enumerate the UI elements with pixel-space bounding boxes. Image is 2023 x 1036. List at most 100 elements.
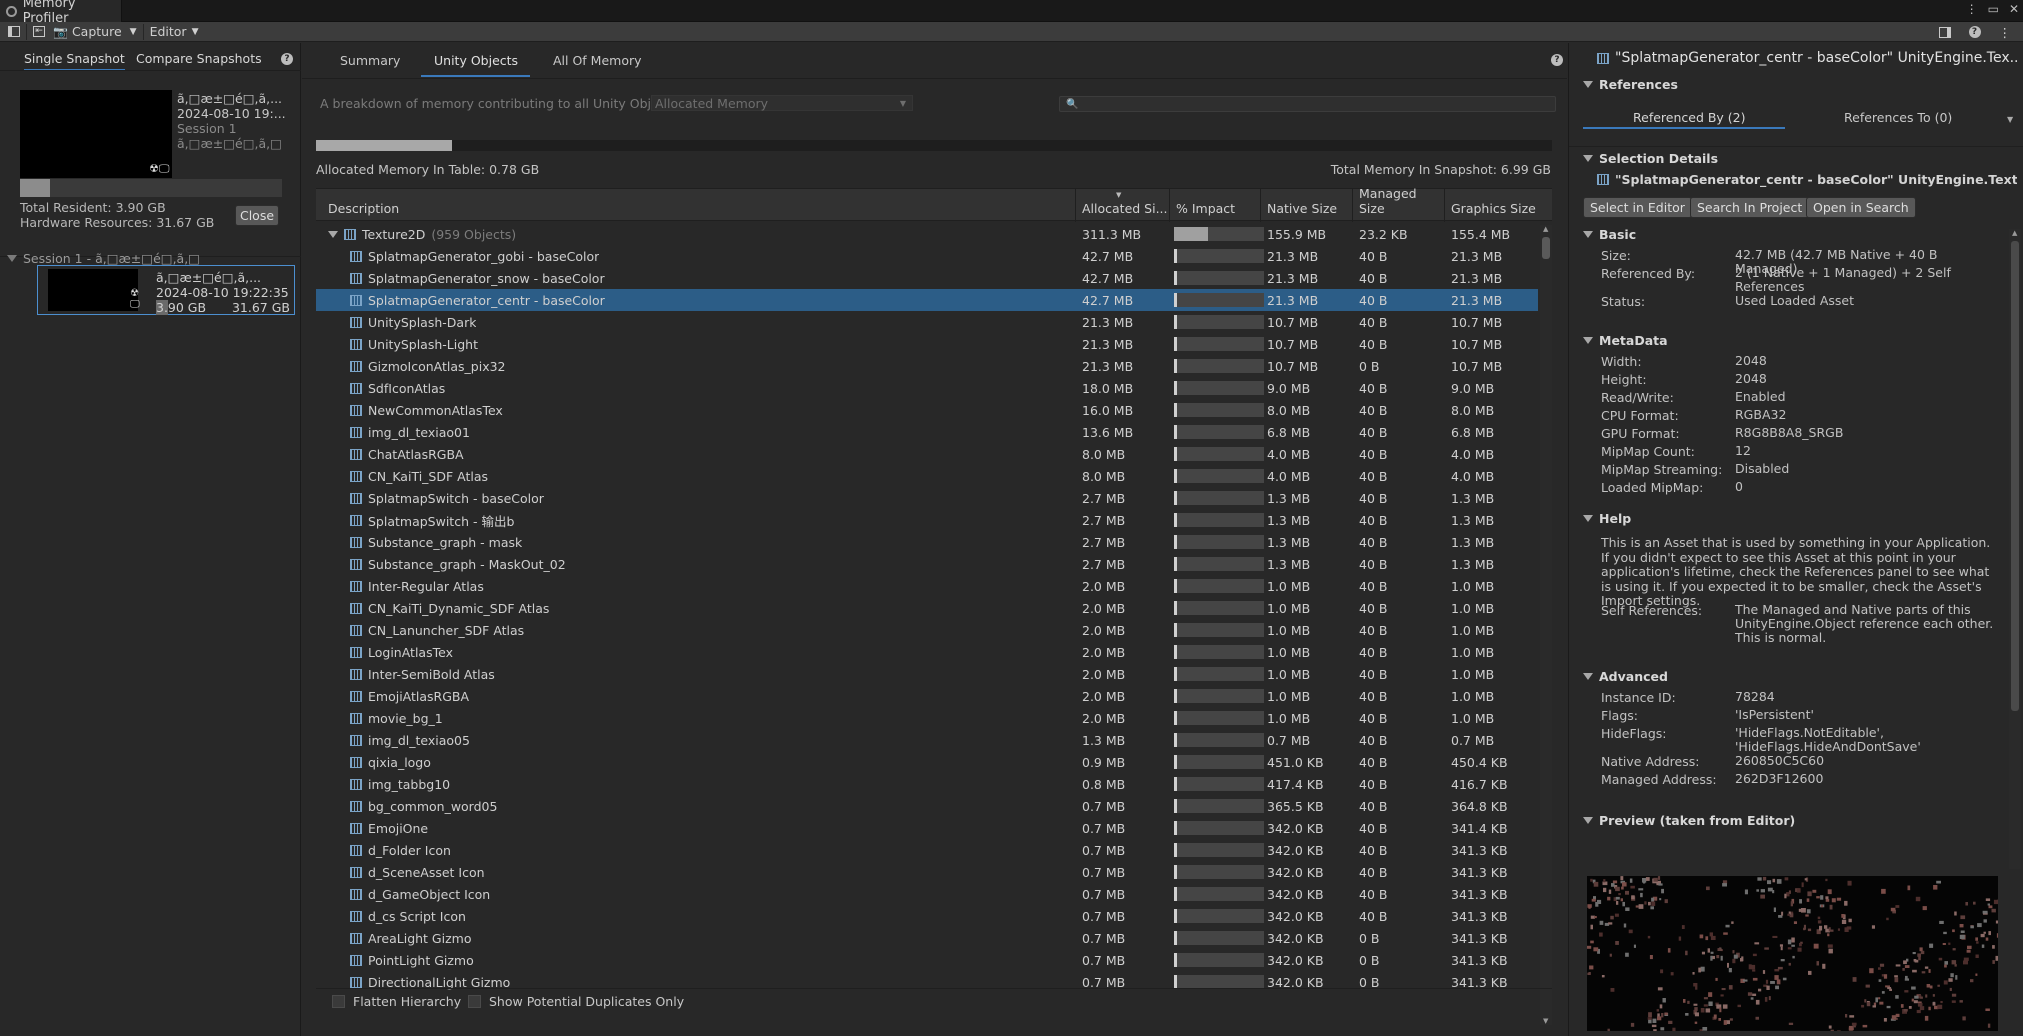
capture-button[interactable]: 📷 Capture ▼	[49, 23, 141, 41]
preview-pixel	[1929, 985, 1933, 989]
table-row[interactable]: GizmoIconAtlas_pix32 21.3 MB 10.7 MB 0 B 10.…	[316, 355, 1538, 377]
tab-unity-objects[interactable]: Unity Objects	[434, 53, 518, 68]
column-managed-size[interactable]: Managed Size	[1353, 186, 1445, 222]
scroll-down-icon[interactable]: ▼	[1543, 1017, 1548, 1025]
table-row[interactable]: PointLight Gizmo 0.7 MB 342.0 KB 0 B 341.3 K…	[316, 949, 1538, 971]
preview-pixel	[1798, 908, 1804, 912]
table-row[interactable]: img_dl_texiao05 1.3 MB 0.7 MB 40 B 0.7 MB	[316, 729, 1538, 751]
table-row[interactable]: CN_KaiTi_Dynamic_SDF Atlas 2.0 MB 1.0 MB 40…	[316, 597, 1538, 619]
duplicates-toggle[interactable]: Show Potential Duplicates Only	[468, 994, 684, 1009]
table-row[interactable]: Substance_graph - mask 2.7 MB 1.3 MB 40 B 1.…	[316, 531, 1538, 553]
table-row[interactable]: img_dl_texiao01 13.6 MB 6.8 MB 40 B 6.8 MB	[316, 421, 1538, 443]
table-scrollbar[interactable]: ▲ ▼	[1540, 225, 1552, 1025]
help-button[interactable]: ?	[1965, 23, 1985, 41]
selection-details-section[interactable]: Selection Details	[1583, 151, 1718, 166]
advanced-section[interactable]: Advanced	[1583, 669, 1668, 684]
table-row[interactable]: d_cs Script Icon 0.7 MB 342.0 KB 40 B 341.3 …	[316, 905, 1538, 927]
search-input[interactable]	[1078, 98, 1539, 110]
references-section[interactable]: References	[1583, 77, 1678, 92]
table-row[interactable]: SdfIconAtlas 18.0 MB 9.0 MB 40 B 9.0 MB	[316, 377, 1538, 399]
column-graphics-size[interactable]: Graphics Size	[1445, 189, 1552, 222]
flatten-checkbox[interactable]	[332, 995, 345, 1008]
table-row[interactable]: LoginAtlasTex 2.0 MB 1.0 MB 40 B 1.0 MB	[316, 641, 1538, 663]
close-snapshot-button[interactable]: Close	[235, 205, 279, 226]
details-scrollbar[interactable]: ▲	[2009, 229, 2021, 869]
maximize-icon[interactable]: ▭	[1988, 2, 1999, 16]
basic-section[interactable]: Basic	[1583, 227, 1636, 242]
metadata-section[interactable]: MetaData	[1583, 333, 1668, 348]
table-row[interactable]: SplatmapGenerator_gobi - baseColor 42.7 M…	[316, 245, 1538, 267]
scroll-up-icon[interactable]: ▲	[1543, 225, 1548, 233]
row-allocated: 2.0 MB	[1082, 600, 1126, 616]
table-row[interactable]: Inter-SemiBold Atlas 2.0 MB 1.0 MB 40 B 1.0 …	[316, 663, 1538, 685]
duplicates-checkbox[interactable]	[468, 995, 481, 1008]
column-allocated-size[interactable]: Allocated Si... ▼	[1076, 189, 1170, 222]
scroll-up-icon[interactable]: ▲	[2012, 229, 2017, 237]
table-row[interactable]: movie_bg_1 2.0 MB 1.0 MB 40 B 1.0 MB	[316, 707, 1538, 729]
table-row[interactable]: UnitySplash-Dark 21.3 MB 10.7 MB 40 B 10.7 M…	[316, 311, 1538, 333]
table-row[interactable]: CN_Lanuncher_SDF Atlas 2.0 MB 1.0 MB 40 B 1.…	[316, 619, 1538, 641]
table-row[interactable]: CN_KaiTi_SDF Atlas 8.0 MB 4.0 MB 40 B 4.0 MB	[316, 465, 1538, 487]
memory-mode-dropdown[interactable]: Allocated Memory ▼	[651, 95, 913, 111]
select-in-editor-button[interactable]: Select in Editor	[1583, 197, 1692, 218]
row-impact-bar	[1174, 777, 1264, 791]
column-description[interactable]: Description	[316, 189, 1076, 222]
row-name-cell: ChatAtlasRGBA	[350, 443, 464, 465]
table-row[interactable]: AreaLight Gizmo 0.7 MB 342.0 KB 0 B 341.3 KB	[316, 927, 1538, 949]
tab-referenced-by[interactable]: Referenced By (2)	[1633, 110, 1746, 125]
preview-pixel	[1816, 961, 1819, 966]
scrollbar-thumb[interactable]	[1542, 237, 1550, 259]
more-options-icon[interactable]: ⋮	[1966, 2, 1978, 16]
column-impact[interactable]: % Impact	[1170, 189, 1261, 222]
session-header[interactable]: Session 1 - ã,□æ±□é□,ã,□	[7, 251, 200, 266]
import-button[interactable]: ⇤	[29, 23, 49, 41]
table-row[interactable]: SplatmapGenerator_snow - baseColor 42.7 M…	[316, 267, 1538, 289]
search-field[interactable]: 🔍	[1059, 96, 1556, 112]
table-row[interactable]: EmojiOne 0.7 MB 342.0 KB 40 B 341.4 KB	[316, 817, 1538, 839]
table-row[interactable]: d_GameObject Icon 0.7 MB 342.0 KB 40 B 341.3…	[316, 883, 1538, 905]
preview-pixel	[1662, 998, 1666, 1003]
target-dropdown[interactable]: Editor ▼	[146, 23, 203, 41]
table-row[interactable]: EmojiAtlasRGBA 2.0 MB 1.0 MB 40 B 1.0 MB	[316, 685, 1538, 707]
table-row[interactable]: d_SceneAsset Icon 0.7 MB 342.0 KB 40 B 341.3…	[316, 861, 1538, 883]
toggle-sidebar-button[interactable]	[4, 23, 24, 41]
preview-pixel	[1648, 1012, 1652, 1018]
table-row[interactable]: Inter-Regular Atlas 2.0 MB 1.0 MB 40 B 1.0 M…	[316, 575, 1538, 597]
table-row[interactable]: SplatmapGenerator_centr - baseColor 42.7 …	[316, 289, 1538, 311]
group-row-texture2d[interactable]: Texture2D (959 Objects) 311.3 MB 155.9 M…	[316, 223, 1538, 245]
table-row[interactable]: DirectionalLight Gizmo 0.7 MB 342.0 KB 0 B 3…	[316, 971, 1538, 993]
table-row[interactable]: UnitySplash-Light 21.3 MB 10.7 MB 40 B 10.7 …	[316, 333, 1538, 355]
table-row[interactable]: NewCommonAtlasTex 16.0 MB 8.0 MB 40 B 8.0 MB	[316, 399, 1538, 421]
menu-button[interactable]: ⋮	[1995, 23, 2016, 41]
column-native-size[interactable]: Native Size	[1261, 189, 1353, 222]
close-window-icon[interactable]: ✕	[2009, 2, 2019, 16]
flatten-hierarchy-toggle[interactable]: Flatten Hierarchy	[332, 994, 461, 1009]
open-in-search-button[interactable]: Open in Search	[1806, 197, 1916, 218]
table-row[interactable]: bg_common_word05 0.7 MB 365.5 KB 40 B 364.8 …	[316, 795, 1538, 817]
table-row[interactable]: d_Folder Icon 0.7 MB 342.0 KB 40 B 341.3 KB	[316, 839, 1538, 861]
help-icon[interactable]: ?	[1551, 54, 1563, 66]
tab-all-of-memory[interactable]: All Of Memory	[553, 53, 642, 68]
tab-summary[interactable]: Summary	[340, 53, 400, 68]
details-panel-toggle[interactable]	[1935, 23, 1955, 41]
sort-descending-icon: ▼	[1116, 191, 1122, 199]
help-section[interactable]: Help	[1583, 511, 1631, 526]
help-icon[interactable]: ?	[281, 53, 293, 65]
table-row[interactable]: qixia_logo 0.9 MB 451.0 KB 40 B 450.4 KB	[316, 751, 1538, 773]
scrollbar-thumb[interactable]	[2011, 241, 2019, 711]
tab-single-snapshot[interactable]: Single Snapshot	[24, 51, 125, 71]
table-row[interactable]: SplatmapSwitch - 输出b 2.7 MB 1.3 MB 40 B 1.3 …	[316, 509, 1538, 531]
session-snapshot-item[interactable]: ☢ 🖵 ã,□æ±□é□,ã,... 2024-08-10 19:22:35 3.…	[37, 265, 295, 315]
search-in-project-button[interactable]: Search In Project	[1690, 197, 1810, 218]
table-row[interactable]: img_tabbg10 0.8 MB 417.4 KB 40 B 416.7 KB	[316, 773, 1538, 795]
table-row[interactable]: Substance_graph - MaskOut_02 2.7 MB 1.3 MB…	[316, 553, 1538, 575]
tab-references-to[interactable]: References To (0)	[1844, 110, 1952, 125]
table-row[interactable]: ChatAtlasRGBA 8.0 MB 4.0 MB 40 B 4.0 MB	[316, 443, 1538, 465]
window-tab[interactable]: Memory Profiler	[0, 0, 122, 26]
table-row[interactable]: SplatmapSwitch - baseColor 2.7 MB 1.3 MB 40…	[316, 487, 1538, 509]
chevron-down-icon[interactable]: ▼	[2007, 115, 2013, 124]
detail-row: Native Address: 260850C5C60	[1601, 754, 2001, 772]
tab-compare-snapshots[interactable]: Compare Snapshots	[136, 51, 262, 66]
preview-section[interactable]: Preview (taken from Editor)	[1583, 813, 1795, 828]
expand-triangle-icon[interactable]	[328, 230, 338, 238]
